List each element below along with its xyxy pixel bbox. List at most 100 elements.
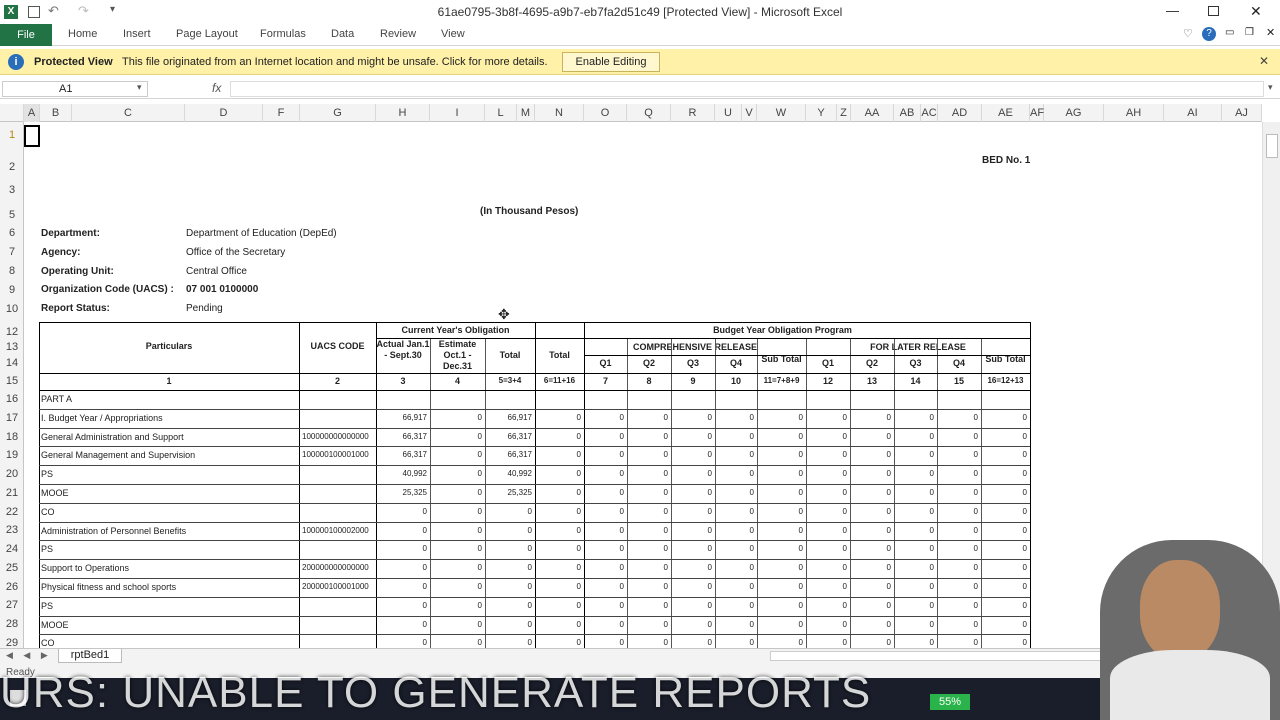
table-borders [39,322,1031,648]
column-header[interactable]: U [715,104,742,122]
column-header[interactable]: AF [1030,104,1044,122]
redo-icon[interactable]: ↷ [78,3,89,19]
name-box[interactable]: A1 [2,81,148,97]
file-tab[interactable]: File [0,24,52,46]
row-header[interactable]: 24 [0,543,23,555]
enable-editing-button[interactable]: Enable Editing [562,52,660,72]
table-border [981,339,982,648]
row-header[interactable]: 23 [0,524,23,536]
row-header[interactable]: 13 [0,341,23,353]
row-header[interactable]: 10 [0,303,23,315]
row-header[interactable]: 17 [0,412,23,424]
minimize-icon[interactable]: — [1166,3,1179,18]
presenter-face [1140,560,1220,660]
row-header[interactable]: 22 [0,506,23,518]
tab-formulas[interactable]: Formulas [260,28,306,40]
column-header[interactable]: AH [1104,104,1164,122]
column-header[interactable]: A [24,104,40,122]
row-header[interactable]: 20 [0,468,23,480]
row-header[interactable]: 14 [0,357,23,369]
row-header[interactable]: 6 [0,227,23,239]
column-header[interactable]: Z [837,104,851,122]
column-header[interactable]: AJ [1222,104,1262,122]
column-header[interactable]: I [430,104,485,122]
help-icon[interactable]: ? [1202,27,1216,41]
column-header[interactable]: L [485,104,517,122]
column-header[interactable]: Y [806,104,837,122]
table-border [39,322,1030,323]
column-header[interactable]: AC [921,104,938,122]
row-header[interactable]: 19 [0,449,23,461]
protected-view-message[interactable]: This file originated from an Internet lo… [122,56,548,68]
tab-home[interactable]: Home [68,28,97,40]
active-cell[interactable] [24,125,40,147]
column-header[interactable]: G [300,104,376,122]
row-header[interactable]: 21 [0,487,23,499]
column-header[interactable]: AB [894,104,921,122]
scroll-thumb[interactable] [1266,134,1278,158]
table-border [39,615,1030,617]
workbook-minimize-icon[interactable]: ▭ [1225,27,1234,38]
row-header[interactable]: 9 [0,284,23,296]
row-header[interactable]: 18 [0,431,23,443]
column-header[interactable]: M [517,104,535,122]
column-header[interactable]: C [72,104,185,122]
close-bar-icon[interactable]: ✕ [1259,54,1269,68]
save-icon[interactable] [28,6,40,18]
table-border [376,338,1030,339]
column-header[interactable]: N [535,104,584,122]
column-header[interactable]: AG [1044,104,1104,122]
formula-input[interactable] [230,81,1264,97]
close-icon[interactable]: ✕ [1250,3,1262,20]
table-border [584,355,1030,356]
tab-insert[interactable]: Insert [123,28,151,40]
row-header[interactable]: 27 [0,599,23,611]
undo-icon[interactable]: ↶ [48,3,59,19]
select-all-corner[interactable] [0,104,24,122]
row-header[interactable]: 16 [0,393,23,405]
row-header[interactable]: 5 [0,209,23,221]
quick-access-menu-icon[interactable]: ▾ [110,4,115,15]
worksheet-grid[interactable]: BED No. 1 (In Thousand Pesos) Department… [24,122,1262,648]
column-header[interactable]: AI [1164,104,1222,122]
row-header[interactable]: 7 [0,246,23,258]
row-header[interactable]: 26 [0,581,23,593]
column-header[interactable]: F [263,104,300,122]
restore-icon[interactable] [1208,6,1219,16]
row-header[interactable]: 25 [0,562,23,574]
row-header[interactable]: 3 [0,184,23,196]
fx-icon[interactable]: fx [212,81,221,95]
column-header[interactable]: Q [627,104,671,122]
tab-review[interactable]: Review [380,28,416,40]
formula-expand-icon[interactable]: ▾ [1268,82,1273,93]
tab-page-layout[interactable]: Page Layout [176,28,238,40]
column-header[interactable]: V [742,104,757,122]
column-header[interactable]: W [757,104,806,122]
column-header[interactable]: R [671,104,715,122]
row-header[interactable]: 28 [0,618,23,630]
column-header[interactable]: AD [938,104,982,122]
unit-note: (In Thousand Pesos) [480,206,579,217]
row-header[interactable]: 8 [0,265,23,277]
table-border [39,446,1030,448]
column-header[interactable]: AA [851,104,894,122]
workbook-close-icon[interactable]: ✕ [1266,26,1275,39]
row-header[interactable]: 15 [0,375,23,387]
name-box-dropdown-icon[interactable]: ▾ [137,82,142,93]
column-header[interactable]: O [584,104,627,122]
tab-data[interactable]: Data [331,28,354,40]
row-header[interactable]: 12 [0,326,23,338]
row-header[interactable]: 29 [0,637,23,648]
column-header[interactable]: AE [982,104,1030,122]
column-header[interactable]: H [376,104,430,122]
table-border [39,578,1030,579]
column-header[interactable]: B [40,104,72,122]
protected-view-label: Protected View [34,56,113,68]
workbook-restore-icon[interactable]: ❐ [1245,27,1254,38]
row-header[interactable]: 2 [0,161,23,173]
sheet-tab[interactable]: rptBed1 [58,649,122,663]
row-header[interactable]: 1 [0,129,23,141]
ribbon-collapse-icon[interactable]: ♡ [1183,27,1193,40]
tab-view[interactable]: View [441,28,465,40]
column-header[interactable]: D [185,104,263,122]
